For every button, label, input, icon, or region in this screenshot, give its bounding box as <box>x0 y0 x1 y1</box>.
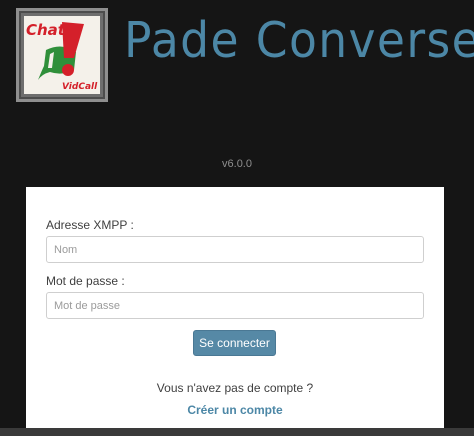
bottom-bar <box>0 428 474 436</box>
version-label: v6.0.0 <box>222 158 252 170</box>
logo-text-top: Chat <box>26 21 66 39</box>
chat-vidcall-logo-icon: Chat VidCall <box>26 21 98 92</box>
password-input[interactable] <box>46 292 424 319</box>
app-title: Pade Converse <box>124 12 474 69</box>
jid-label: Adresse XMPP : <box>46 218 134 232</box>
password-label: Mot de passe : <box>46 274 125 288</box>
register-link[interactable]: Créer un compte <box>26 403 444 417</box>
login-button[interactable]: Se connecter <box>193 330 276 356</box>
jid-input[interactable] <box>46 236 424 263</box>
logo-image: Chat VidCall <box>24 16 100 94</box>
register-prompt: Vous n'avez pas de compte ? <box>156 381 314 395</box>
login-panel: Adresse XMPP : Mot de passe : Se connect… <box>26 187 444 436</box>
logo-text-bottom: VidCall <box>62 82 98 92</box>
app-logo: Chat VidCall <box>16 8 108 102</box>
